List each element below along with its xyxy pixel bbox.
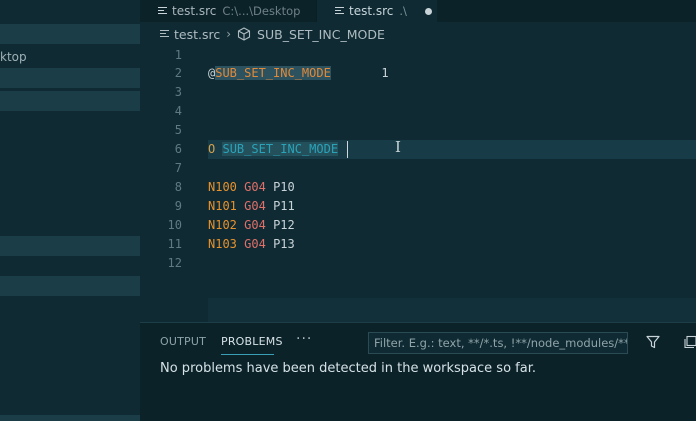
file-icon [160, 29, 169, 39]
line-number: 2 [174, 66, 182, 80]
label-token: SUB_SET_INC_MODE [215, 66, 331, 80]
more-icon[interactable]: ··· [296, 331, 312, 347]
line-number: 9 [174, 199, 182, 213]
code-editor[interactable]: 1 2 @SUB_SET_INC_MODE 1 3 4 5 6 O SUB_SE… [140, 46, 696, 322]
tab-description: .\ [399, 4, 407, 18]
breadcrumb-file[interactable]: test.src [174, 27, 220, 42]
line-number: 10 [167, 218, 182, 232]
subroutine-token: SUB_SET_INC_MODE [222, 142, 339, 156]
tab-description: C:\...\Desktop [222, 4, 301, 18]
code-text: O SUB_SET_INC_MODE [208, 142, 339, 156]
code-line[interactable]: 4 [140, 102, 696, 121]
code-line[interactable]: 9 N101 G04 P11 [140, 197, 696, 216]
code-text: N100 G04 P10 [208, 180, 295, 194]
tab-output[interactable]: OUTPUT [160, 335, 206, 348]
sidebar-folder-path[interactable]: ktop [0, 50, 27, 64]
line-number: 6 [174, 142, 182, 156]
line-number: 3 [174, 85, 182, 99]
explorer-sidebar: ktop [0, 0, 140, 421]
sidebar-section-header[interactable] [0, 276, 140, 296]
code-line[interactable]: 7 [140, 159, 696, 178]
line-number: 11 [167, 237, 182, 251]
editor-horizontal-scrollbar[interactable] [208, 298, 696, 322]
code-line-current[interactable]: 6 O SUB_SET_INC_MODE I [140, 138, 696, 159]
code-line[interactable]: 1 [140, 46, 696, 65]
code-text: N103 G04 P13 [208, 237, 295, 251]
line-number: 5 [174, 123, 182, 137]
line-number: 7 [174, 161, 182, 175]
code-line[interactable]: 3 [140, 83, 696, 102]
file-icon [335, 6, 344, 16]
file-icon [158, 6, 167, 16]
problems-empty-message: No problems have been detected in the wo… [160, 361, 536, 376]
symbol-cube-icon [237, 27, 251, 41]
code-line[interactable]: 11 N103 G04 P13 [140, 235, 696, 254]
sidebar-section-header[interactable] [0, 24, 140, 44]
sidebar-row[interactable] [0, 91, 140, 111]
line-number: 8 [174, 180, 182, 194]
code-line[interactable]: 8 N100 G04 P10 [140, 178, 696, 197]
chevron-right-icon: › [226, 27, 232, 41]
code-line[interactable]: 5 [140, 121, 696, 140]
collapse-panel-icon[interactable] [684, 335, 696, 349]
code-text: N102 G04 P12 [208, 218, 295, 232]
mouse-ibeam-icon: I [395, 138, 401, 156]
line-number: 4 [174, 104, 182, 118]
filter-icon[interactable] [646, 335, 660, 349]
tab-test-src-active[interactable]: test.src .\ [317, 0, 437, 22]
code-line[interactable]: 12 [140, 254, 696, 273]
line-number: 1 [174, 48, 182, 62]
editor-tab-bar: test.src C:\...\Desktop test.src .\ [140, 0, 696, 22]
tab-label: test.src [172, 4, 217, 18]
text-cursor [347, 141, 348, 158]
breadcrumb: test.src › SUB_SET_INC_MODE [140, 22, 696, 46]
bottom-panel: OUTPUT PROBLEMS ··· Filter. E.g.: text, … [140, 322, 696, 421]
sidebar-section-header[interactable] [0, 415, 140, 421]
sidebar-section-header[interactable] [0, 236, 140, 256]
active-tab-indicator [221, 354, 274, 355]
sidebar-row[interactable] [0, 68, 140, 88]
line-number: 12 [167, 256, 182, 270]
tab-test-src-desktop[interactable]: test.src C:\...\Desktop [140, 0, 317, 22]
breadcrumb-symbol[interactable]: SUB_SET_INC_MODE [257, 27, 385, 42]
code-line[interactable]: 10 N102 G04 P12 [140, 216, 696, 235]
tab-problems[interactable]: PROBLEMS [221, 335, 283, 348]
code-line[interactable]: 2 @SUB_SET_INC_MODE 1 [140, 64, 696, 83]
code-text: @SUB_SET_INC_MODE 1 [208, 66, 389, 80]
tab-label: test.src [349, 4, 394, 18]
problems-filter-input[interactable]: Filter. E.g.: text, **/*.ts, !**/node_mo… [368, 332, 628, 354]
unsaved-dot-icon[interactable] [424, 7, 432, 15]
code-text: N101 G04 P11 [208, 199, 295, 213]
